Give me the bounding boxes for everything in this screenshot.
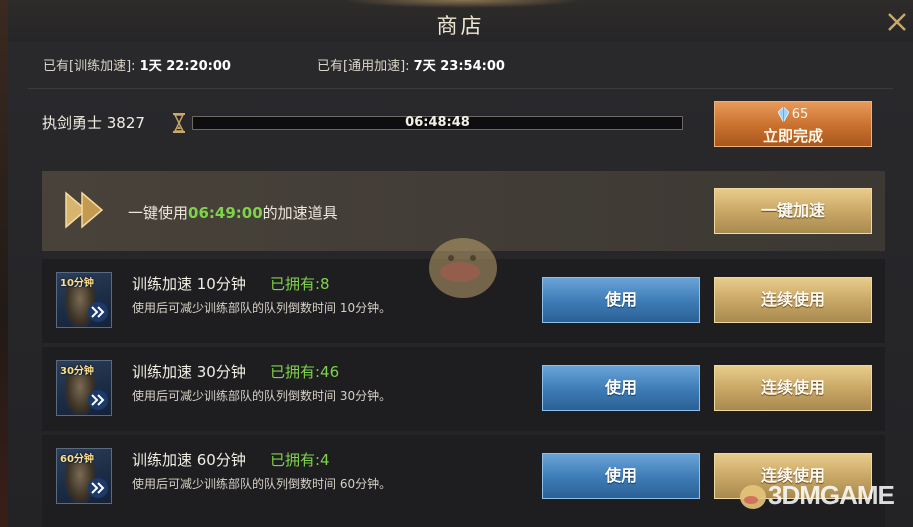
mascot-watermark-icon — [429, 238, 497, 298]
hourglass-icon — [173, 113, 185, 133]
page-title: 商店 — [436, 14, 485, 38]
item-icon-label: 30分钟 — [60, 366, 94, 377]
close-button[interactable] — [884, 9, 910, 35]
queue-unit-label: 执剑勇士 3827 — [42, 114, 145, 132]
watermark-logo-icon — [740, 485, 766, 509]
item-icon: 30分钟 — [56, 360, 112, 416]
use-multiple-button[interactable]: 连续使用 — [714, 277, 872, 323]
speed-arrow-icon — [88, 302, 108, 322]
finish-now-label: 立即完成 — [762, 127, 823, 145]
general-speedup-timer: 已有[通用加速]: 7天 23:54:00 — [317, 55, 505, 74]
use-button[interactable]: 使用 — [542, 453, 700, 499]
item-icon-label: 60分钟 — [60, 454, 94, 465]
training-speedup-label: 已有[训练加速]: — [43, 59, 136, 74]
one-key-speedup-button[interactable]: 一键加速 — [714, 188, 872, 234]
watermark-text: 3DMGAME — [768, 480, 895, 510]
title-bar: 商店 — [8, 0, 913, 42]
general-speedup-value: 7天 23:54:00 — [413, 59, 505, 74]
item-icon: 10分钟 — [56, 272, 112, 328]
one-key-description: 一键使用06:49:00的加速道具 — [128, 202, 338, 223]
queue-progress-bar: 06:48:48 — [192, 115, 683, 130]
item-icon-label: 10分钟 — [60, 278, 94, 289]
item-description: 使用后可减少训练部队的队列倒数时间 10分钟。 — [132, 301, 392, 315]
crystal-icon — [777, 107, 789, 122]
finish-now-button[interactable]: 65 立即完成 — [714, 101, 872, 147]
finish-cost-value: 65 — [791, 107, 809, 122]
training-speedup-timer: 已有[训练加速]: 1天 22:20:00 — [43, 55, 231, 74]
item-owned-count: 已拥有:4 — [270, 451, 330, 469]
one-key-time: 06:49:00 — [188, 204, 263, 222]
finish-cost: 65 — [715, 107, 871, 122]
item-icon: 60分钟 — [56, 448, 112, 504]
one-key-suffix: 的加速道具 — [262, 204, 338, 222]
close-icon — [888, 13, 906, 31]
background-edge — [0, 0, 8, 527]
divider — [28, 88, 893, 89]
speed-arrow-icon — [88, 478, 108, 498]
use-multiple-button[interactable]: 连续使用 — [714, 365, 872, 411]
use-button[interactable]: 使用 — [542, 277, 700, 323]
general-speedup-label: 已有[通用加速]: — [317, 59, 410, 74]
fast-forward-icon — [65, 191, 104, 229]
title-ornament — [343, 0, 583, 8]
item-owned-count: 已拥有:8 — [270, 275, 330, 293]
one-key-prefix: 一键使用 — [128, 204, 189, 222]
item-description: 使用后可减少训练部队的队列倒数时间 60分钟。 — [132, 477, 392, 491]
item-description: 使用后可减少训练部队的队列倒数时间 30分钟。 — [132, 389, 392, 403]
use-button[interactable]: 使用 — [542, 365, 700, 411]
item-name: 训练加速 10分钟 — [132, 275, 246, 293]
queue-remaining-time: 06:48:48 — [405, 115, 470, 130]
item-name: 训练加速 30分钟 — [132, 363, 246, 381]
item-name: 训练加速 60分钟 — [132, 451, 246, 469]
item-owned-count: 已拥有:46 — [270, 363, 340, 381]
training-speedup-value: 1天 22:20:00 — [139, 59, 231, 74]
shop-panel: 商店 已有[训练加速]: 1天 22:20:00 已有[通用加速]: 7天 23… — [8, 0, 913, 527]
list-item: 30分钟 训练加速 30分钟 已拥有:46 使用后可减少训练部队的队列倒数时间 … — [42, 347, 885, 431]
speed-arrow-icon — [88, 390, 108, 410]
